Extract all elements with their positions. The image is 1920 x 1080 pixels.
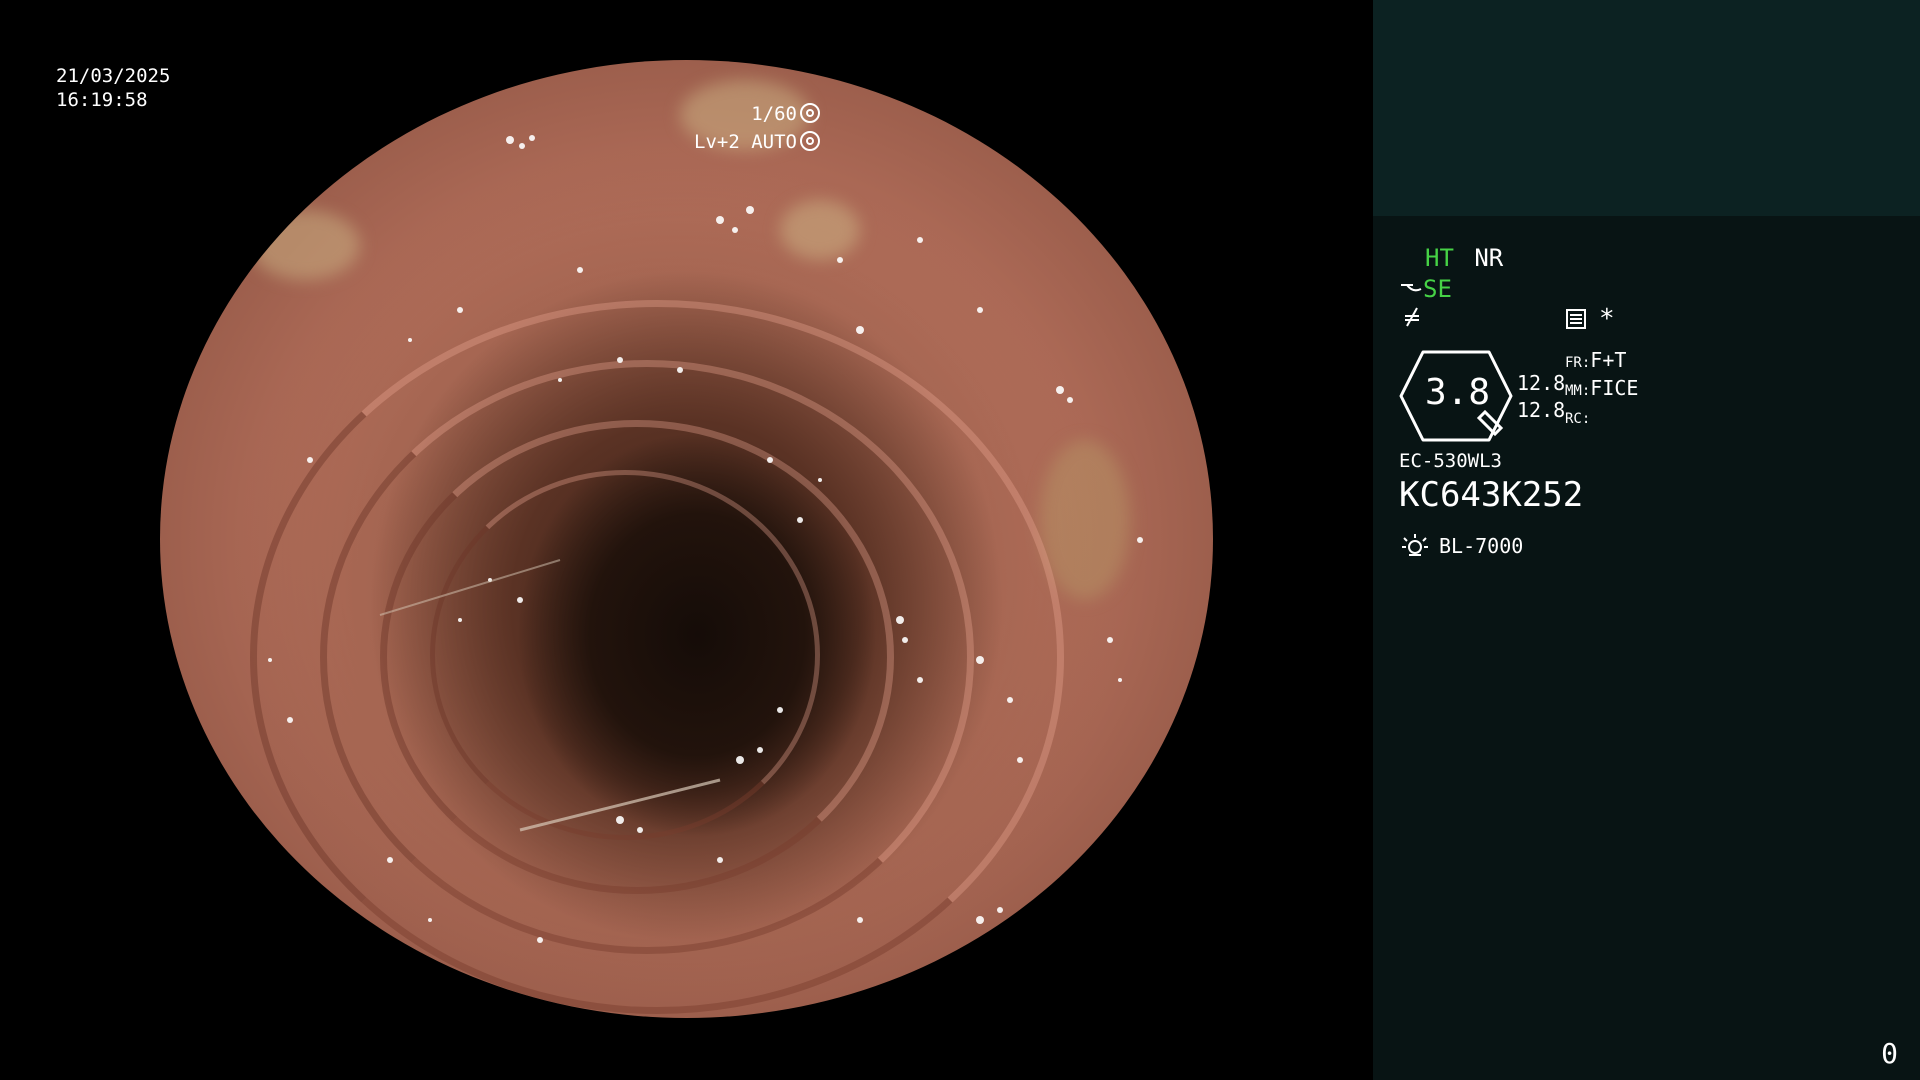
asterisk-indicator: * — [1599, 304, 1615, 334]
value-top: 12.8 — [1517, 371, 1566, 395]
iris-mode: Lv+2 AUTO — [694, 131, 797, 153]
endoscopic-image — [160, 60, 1213, 1018]
light-source-icon — [1402, 534, 1428, 556]
endoscope-video-area: 21/03/2025 16:19:58 1/60 Lv+2 AUTO — [0, 0, 1373, 1080]
color-tone-icon — [1405, 307, 1419, 327]
date-text: 21/03/2025 — [56, 65, 171, 87]
settings-list-icon — [1566, 309, 1586, 329]
mm-label: MM: — [1565, 383, 1591, 399]
scope-model: EC-530WL3 — [1399, 450, 1502, 472]
value-bottom: 12.8 — [1517, 398, 1566, 422]
mm-value: FICE — [1590, 376, 1639, 400]
ht-indicator: HT — [1425, 244, 1454, 272]
serial-number: KC643K252 — [1399, 475, 1584, 515]
rc-label: RC: — [1565, 411, 1591, 427]
light-source: BL-7000 — [1439, 534, 1524, 558]
zoom-value: 3.8 — [1425, 372, 1491, 413]
timestamp: 21/03/2025 16:19:58 — [56, 64, 170, 112]
fr-value: F+T — [1590, 348, 1627, 372]
fr-label: FR: — [1565, 355, 1591, 371]
shutter-speed: 1/60 — [751, 103, 797, 125]
exposure-readout: 1/60 Lv+2 AUTO — [694, 100, 820, 156]
shutter-icon — [800, 103, 820, 123]
iris-icon — [800, 131, 820, 151]
nr-indicator: NR — [1474, 244, 1504, 272]
panel-header-area — [1373, 0, 1920, 216]
time-text: 16:19:58 — [56, 89, 148, 111]
se-indicator: SE — [1423, 275, 1452, 303]
info-panel: HT NR SE * 3.8 12.8 12.8 FR:F+T MM:FICE … — [1373, 0, 1920, 1080]
frame-counter: 0 — [1881, 1037, 1898, 1070]
enhancement-icon — [1401, 284, 1422, 292]
